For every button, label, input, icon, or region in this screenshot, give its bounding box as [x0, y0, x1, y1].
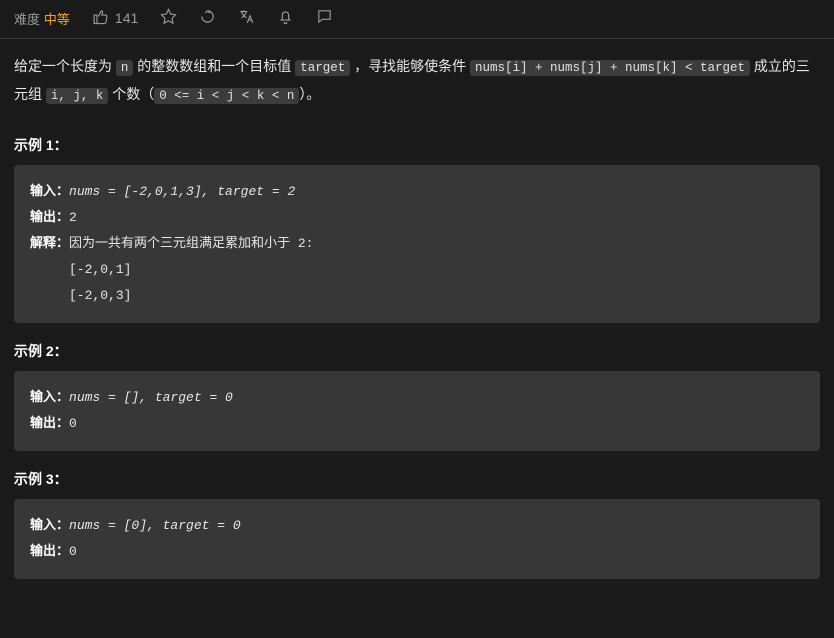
share-icon: [199, 8, 216, 28]
input-value: nums = [-2,0,1,3], target = 2: [69, 184, 295, 199]
translate-icon: [238, 8, 255, 28]
output-value: 0: [69, 544, 77, 559]
example-block: 输入：nums = [-2,0,1,3], target = 2 输出：2 解释…: [14, 165, 820, 323]
input-value: nums = [], target = 0: [69, 390, 233, 405]
desc-code: nums[i] + nums[j] + nums[k] < target: [470, 60, 750, 76]
comment-icon: [316, 8, 333, 28]
desc-text: 的整数数组和一个目标值: [133, 58, 295, 74]
output-label: 输出：: [30, 416, 69, 431]
desc-code: target: [295, 60, 350, 76]
like-count: 141: [115, 10, 138, 26]
input-label: 输入：: [30, 390, 69, 405]
notifications-button[interactable]: [277, 8, 294, 28]
example-title: 示例 2：: [14, 341, 820, 361]
output-value: 0: [69, 416, 77, 431]
topbar: 难度 中等 141: [0, 0, 834, 39]
like-button[interactable]: 141: [92, 8, 138, 28]
output-label: 输出：: [30, 210, 69, 225]
example-title: 示例 1：: [14, 135, 820, 155]
input-value: nums = [0], target = 0: [69, 518, 241, 533]
output-label: 输出：: [30, 544, 69, 559]
explain-line: [-2,0,1]: [30, 262, 131, 277]
explain-label: 解释：: [30, 236, 69, 251]
desc-code: i, j, k: [46, 88, 109, 104]
desc-code: 0 <= i < j < k < n: [154, 88, 299, 104]
desc-code: n: [116, 60, 134, 76]
share-button[interactable]: [199, 8, 216, 28]
favorite-button[interactable]: [160, 8, 177, 28]
problem-content: 给定一个长度为 n 的整数数组和一个目标值 target ，寻找能够使条件 nu…: [0, 39, 834, 615]
desc-text: 个数（: [108, 86, 154, 102]
desc-text: ，寻找能够使条件: [350, 58, 470, 74]
explain-line: [-2,0,3]: [30, 288, 131, 303]
input-label: 输入：: [30, 518, 69, 533]
difficulty-label: 难度: [14, 12, 40, 27]
translate-button[interactable]: [238, 8, 255, 28]
problem-description: 给定一个长度为 n 的整数数组和一个目标值 target ，寻找能够使条件 nu…: [14, 53, 820, 109]
bell-icon: [277, 8, 294, 28]
example-block: 输入：nums = [], target = 0 输出：0: [14, 371, 820, 451]
example-title: 示例 3：: [14, 469, 820, 489]
desc-text: 给定一个长度为: [14, 58, 116, 74]
difficulty-value: 中等: [44, 12, 70, 27]
output-value: 2: [69, 210, 77, 225]
star-icon: [160, 8, 177, 28]
example-block: 输入：nums = [0], target = 0 输出：0: [14, 499, 820, 579]
feedback-button[interactable]: [316, 8, 333, 28]
input-label: 输入：: [30, 184, 69, 199]
difficulty-group: 难度 中等: [14, 9, 70, 28]
desc-text: ）。: [299, 86, 320, 102]
thumbs-up-icon: [92, 8, 109, 28]
explain-text: 因为一共有两个三元组满足累加和小于 2:: [69, 236, 313, 251]
